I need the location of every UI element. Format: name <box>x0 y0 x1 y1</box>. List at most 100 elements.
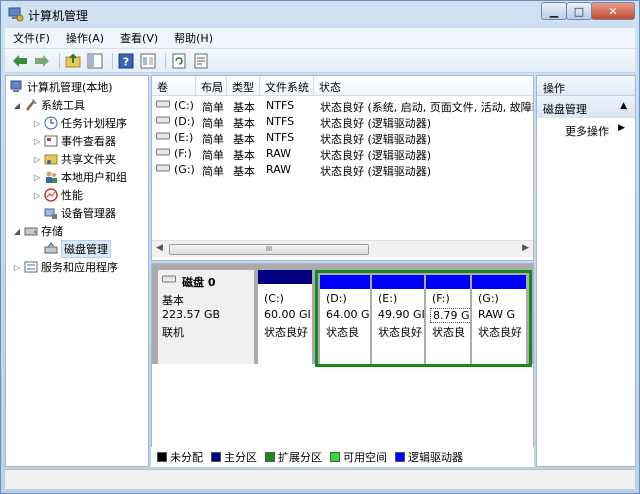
partition-c[interactable]: (C:) 60.00 GI 状态良好 <box>258 270 312 364</box>
tree-item-services[interactable]: ▷ 服务和应用程序 <box>12 258 118 276</box>
navigation-tree: 计算机管理(本地) ◢ 系统工具 ▷ 任务计划程序 ▷ 事件查看器 ▷ 共享文件… <box>5 75 149 467</box>
tree-label-shared-folders: 共享文件夹 <box>61 153 116 166</box>
partition-f[interactable]: (F:) 8.79 GB 状态良 <box>426 275 470 364</box>
more-actions-link[interactable]: 更多操作 ▶ <box>537 118 635 139</box>
column-header-filesystem[interactable]: 文件系统 <box>260 76 314 96</box>
tree-item-performance[interactable]: ▷ 性能 <box>32 186 83 204</box>
volume-list: 卷 布局 类型 文件系统 状态 (C:) 简单 基本 NTFS 状态良好 (系统… <box>151 75 534 261</box>
window-title: 计算机管理 <box>28 9 89 23</box>
partition-g[interactable]: (G:) RAW G 状态良好 <box>472 275 526 364</box>
expand-arrow-icon[interactable]: ▷ <box>32 173 42 182</box>
menu-help[interactable]: 帮助(H) <box>166 30 221 46</box>
tree-label-device-manager: 设备管理器 <box>61 207 116 220</box>
minimize-button[interactable]: ▁ <box>541 2 567 20</box>
title-bar[interactable]: 计算机管理 ▁ □ ✕ <box>1 1 639 27</box>
services-icon <box>24 261 38 273</box>
menu-view[interactable]: 查看(V) <box>112 30 166 46</box>
volume-row[interactable]: (G:) 简单 基本 RAW 状态良好 (逻辑驱动器) <box>152 162 533 178</box>
collapse-arrow-icon[interactable]: ◢ <box>12 101 22 110</box>
expand-arrow-icon[interactable]: ▷ <box>32 191 42 200</box>
expand-arrow-icon[interactable]: ▷ <box>12 263 22 272</box>
actions-section-disk-management[interactable]: 磁盘管理 ▲ <box>537 96 635 118</box>
export-list-icon[interactable] <box>192 52 210 70</box>
drive-icon <box>156 147 170 160</box>
help-icon[interactable]: ? <box>117 52 135 70</box>
tree-label-storage: 存储 <box>41 225 63 238</box>
partition-e[interactable]: (E:) 49.90 GI 状态良好 <box>372 275 424 364</box>
column-header-type[interactable]: 类型 <box>227 76 260 96</box>
partition-status: 状态良 <box>326 326 359 339</box>
performance-icon <box>44 188 58 202</box>
refresh-icon[interactable] <box>170 52 188 70</box>
tree-label-task-scheduler: 任务计划程序 <box>61 117 127 130</box>
volume-status: 状态良好 (逻辑驱动器) <box>320 133 432 146</box>
scroll-left-arrow-icon[interactable]: ◀ <box>156 243 163 253</box>
expand-arrow-icon[interactable]: ▷ <box>32 137 42 146</box>
volume-row[interactable]: (C:) 简单 基本 NTFS 状态良好 (系统, 启动, 页面文件, 活动, … <box>152 98 534 114</box>
volume-status: 状态良好 (逻辑驱动器) <box>320 117 432 130</box>
disk-icon <box>162 274 176 287</box>
legend-label: 可用空间 <box>343 451 387 464</box>
volume-name: (E:) <box>174 131 194 144</box>
volume-filesystem: NTFS <box>266 115 295 128</box>
volume-name: (F:) <box>174 147 192 160</box>
collapse-caret-icon[interactable]: ▲ <box>620 101 627 111</box>
volume-row[interactable]: (E:) 简单 基本 NTFS 状态良好 (逻辑驱动器) <box>152 130 533 146</box>
menu-action[interactable]: 操作(A) <box>58 30 112 46</box>
tree-label-disk-management: 磁盘管理 <box>61 240 111 258</box>
disk-info-box[interactable]: 磁盘 0 基本 223.57 GB 联机 <box>158 270 254 364</box>
partition-bar <box>472 275 526 289</box>
tree-item-disk-management[interactable]: 磁盘管理 <box>42 240 111 258</box>
status-bar <box>5 469 635 489</box>
expand-arrow-icon[interactable]: ▷ <box>32 119 42 128</box>
show-hide-tree-icon[interactable] <box>86 52 104 70</box>
volume-type: 基本 <box>233 101 255 114</box>
partition-size: 64.00 G <box>326 308 370 321</box>
tree-item-task-scheduler[interactable]: ▷ 任务计划程序 <box>32 114 127 132</box>
forward-arrow-icon[interactable] <box>33 52 51 70</box>
volume-status: 状态良好 (系统, 启动, 页面文件, 活动, 故障转 <box>320 101 534 114</box>
volume-type: 基本 <box>233 165 255 178</box>
partition-status: 状态良好 <box>378 326 422 339</box>
legend-free-space: 可用空间 <box>330 449 387 465</box>
tree-item-system-tools[interactable]: ◢ 系统工具 <box>12 96 85 114</box>
column-header-status[interactable]: 状态 <box>314 76 533 96</box>
volume-row[interactable]: (D:) 简单 基本 NTFS 状态良好 (逻辑驱动器) <box>152 114 533 130</box>
maximize-button[interactable]: □ <box>566 2 592 20</box>
menu-file[interactable]: 文件(F) <box>5 30 58 46</box>
disk-name: 磁盘 0 <box>182 276 216 289</box>
volume-type: 基本 <box>233 117 255 130</box>
close-button[interactable]: ✕ <box>591 2 635 20</box>
tree-item-local-users[interactable]: ▷ 本地用户和组 <box>32 168 127 186</box>
volume-layout: 简单 <box>202 133 224 146</box>
partition-status: 状态良好 <box>264 326 308 339</box>
tree-item-event-viewer[interactable]: ▷ 事件查看器 <box>32 132 116 150</box>
column-header-layout[interactable]: 布局 <box>196 76 227 96</box>
partition-letter: (C:) <box>264 292 284 305</box>
volume-filesystem: NTFS <box>266 131 295 144</box>
partition-d[interactable]: (D:) 64.00 G 状态良 <box>320 275 370 364</box>
expand-arrow-icon[interactable]: ▷ <box>32 155 42 164</box>
scroll-right-arrow-icon[interactable]: ▶ <box>522 243 529 253</box>
horizontal-scrollbar[interactable]: ◀ III ▶ <box>152 240 533 257</box>
properties-icon[interactable] <box>139 52 157 70</box>
partition-size: 60.00 GI <box>264 308 311 321</box>
volume-filesystem: NTFS <box>266 99 295 112</box>
partition-status: 状态良好 <box>478 326 522 339</box>
tree-item-root[interactable]: 计算机管理(本地) <box>8 78 113 96</box>
tree-item-device-manager[interactable]: 设备管理器 <box>42 204 116 222</box>
volume-layout: 简单 <box>202 149 224 162</box>
partition-size: RAW G <box>478 308 516 321</box>
tree-label-root: 计算机管理(本地) <box>27 81 113 94</box>
column-header-volume[interactable]: 卷 <box>152 76 196 96</box>
volume-row[interactable]: (F:) 简单 基本 RAW 状态良好 (逻辑驱动器) <box>152 146 533 162</box>
tree-item-shared-folders[interactable]: ▷ 共享文件夹 <box>32 150 116 168</box>
collapse-arrow-icon[interactable]: ◢ <box>12 227 22 236</box>
tree-item-storage[interactable]: ◢ 存储 <box>12 222 63 240</box>
up-folder-icon[interactable] <box>64 52 82 70</box>
scroll-thumb[interactable]: III <box>169 244 369 255</box>
volume-filesystem: RAW <box>266 163 291 176</box>
volume-status: 状态良好 (逻辑驱动器) <box>320 165 432 178</box>
back-arrow-icon[interactable] <box>11 52 29 70</box>
shared-folder-icon <box>44 154 58 165</box>
